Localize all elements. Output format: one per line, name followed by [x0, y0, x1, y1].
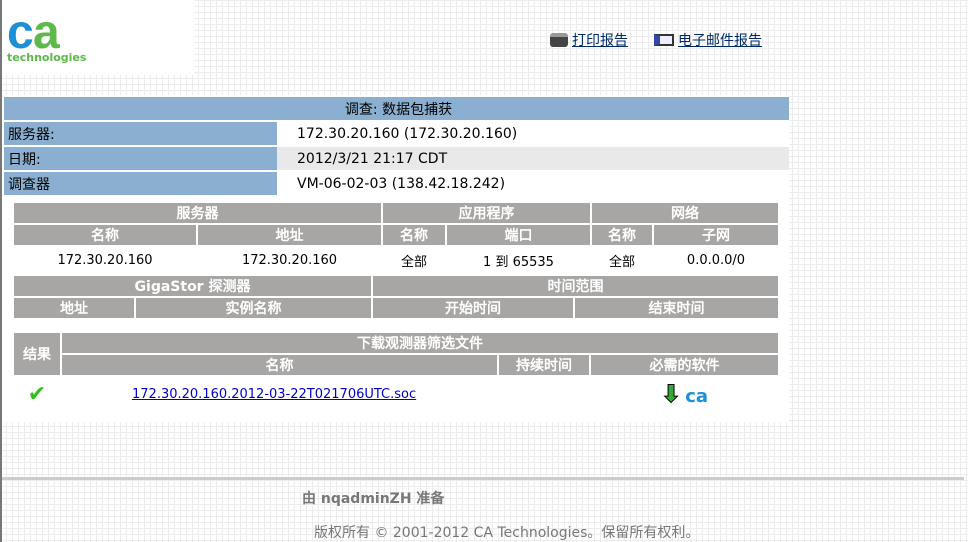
- date-value: 2012/3/21 21:17 CDT: [277, 147, 789, 170]
- cell: 0.0.0.0/0: [686, 252, 746, 268]
- cell: 全部: [608, 254, 635, 270]
- check-icon: ✔: [27, 381, 47, 407]
- report-panel: 调查: 数据包捕获 服务器: 172.30.20.160 (172.30.20.1…: [2, 95, 789, 422]
- header-time-range: 时间范围: [373, 276, 778, 296]
- ca-logo: c a technologies: [2, 0, 194, 75]
- cell: 全部: [400, 254, 427, 270]
- print-report-link[interactable]: 打印报告: [550, 30, 628, 50]
- capture-file-link[interactable]: 172.30.20.160.2012-03-22T021706UTC.soc: [132, 387, 416, 402]
- header-subnet: 子网: [654, 225, 778, 245]
- prepared-by: 由 nqadminZH 准备: [302, 491, 445, 507]
- header-result: 结果: [14, 333, 60, 375]
- download-arrow-icon[interactable]: ⬇: [660, 380, 681, 409]
- header-address: 地址: [14, 298, 134, 318]
- software-cell: ⬇ ca: [591, 377, 778, 411]
- header-download: 下载观测器筛选文件: [62, 333, 778, 353]
- copyright: 版权所有 © 2001-2012 CA Technologies。保留所有权利。: [314, 525, 700, 541]
- probe-value: VM-06-02-03 (138.42.18.242): [297, 175, 506, 192]
- filter-table: 服务器 应用程序 网络 名称 地址 名称 端口 名称 子网 172.30.20.160 172.…: [12, 201, 780, 275]
- server-label: 服务器:: [4, 122, 277, 145]
- date-label: 日期:: [4, 147, 277, 170]
- investigation-title: 调查: 数据包捕获: [4, 97, 789, 120]
- printer-icon: [550, 33, 568, 47]
- cell: 1 到 65535: [483, 254, 554, 270]
- logo-subtext: technologies: [7, 51, 87, 64]
- table-row: 172.30.20.160 172.30.20.160 全部 1 到 65535 全部 0…: [14, 247, 778, 273]
- header-name: 名称: [62, 355, 497, 375]
- header-instance: 实例名称: [136, 298, 371, 318]
- cell: 172.30.20.160: [241, 252, 338, 268]
- header-network: 网络: [592, 203, 778, 223]
- duration-cell: [499, 377, 589, 411]
- header-server-name: 名称: [14, 225, 196, 245]
- header-port: 端口: [447, 225, 590, 245]
- header-server: 服务器: [14, 203, 381, 223]
- server-value: 172.30.20.160 (172.30.20.160): [297, 125, 518, 142]
- header-net-name: 名称: [592, 225, 652, 245]
- header-app-name: 名称: [383, 225, 445, 245]
- investigation-table: 调查: 数据包捕获 服务器: 172.30.20.160 (172.30.20.1…: [4, 95, 789, 197]
- header-duration: 持续时间: [499, 355, 589, 375]
- header-application: 应用程序: [383, 203, 590, 223]
- cell: 172.30.20.160: [57, 252, 153, 268]
- header-software: 必需的软件: [591, 355, 778, 375]
- header-gigastor: GigaStor 探测器: [14, 276, 371, 296]
- header-server-address: 地址: [198, 225, 381, 245]
- results-table: 结果 下载观测器筛选文件 名称 持续时间 必需的软件 ✔ 172.30.20.160.…: [12, 331, 780, 413]
- footer-divider: [2, 477, 964, 480]
- header-start: 开始时间: [373, 298, 573, 318]
- probe-label: 调查器: [4, 172, 277, 195]
- table-row: ✔ 172.30.20.160.2012-03-22T021706UTC.soc…: [14, 377, 778, 411]
- ca-software-icon[interactable]: ca: [685, 386, 708, 407]
- header-end: 结束时间: [575, 298, 778, 318]
- ca-logo-icon: c a: [7, 8, 60, 59]
- email-icon: [654, 34, 674, 46]
- email-report-link[interactable]: 电子邮件报告: [654, 30, 762, 50]
- probe-table: GigaStor 探测器 时间范围 地址 实例名称 开始时间 结束时间: [12, 274, 780, 320]
